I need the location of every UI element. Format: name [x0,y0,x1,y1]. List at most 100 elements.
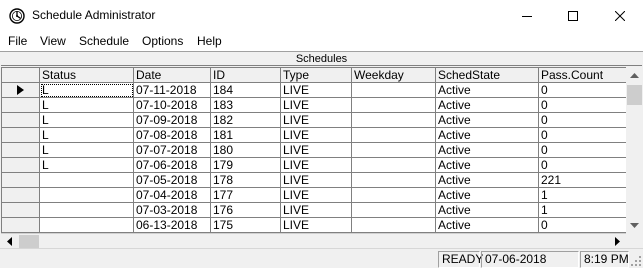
row-header[interactable] [1,157,40,173]
cell-weekday[interactable] [351,157,436,173]
cell-date[interactable]: 07-07-2018 [133,142,211,158]
cell-date[interactable]: 07-05-2018 [133,172,211,188]
cell-schedstate[interactable]: Active [435,172,539,188]
row-header[interactable] [1,202,40,218]
cell-pass-count[interactable]: 0 [538,112,628,128]
cell-date[interactable]: 07-03-2018 [133,202,211,218]
scroll-up-button[interactable] [626,67,643,84]
cell-pass-count[interactable]: 0 [538,157,628,173]
cell-schedstate[interactable]: Active [435,202,539,218]
cell-weekday[interactable] [351,97,436,113]
cell-id[interactable]: 180 [210,142,281,158]
table-row[interactable]: L 07-06-2018 179 LIVE Active 0 [1,157,628,173]
cell-id[interactable]: 177 [210,187,281,203]
cell-pass-count[interactable]: 1 [538,187,628,203]
table-row[interactable]: L 07-07-2018 180 LIVE Active 0 [1,142,628,158]
cell-schedstate[interactable]: Active [435,82,539,98]
schedules-grid[interactable]: Schedules Status Date ID Type Weekday Sc… [0,51,643,248]
column-header-date[interactable]: Date [133,67,211,83]
cell-status[interactable]: L [39,157,134,173]
cell-type[interactable]: LIVE [280,97,352,113]
cell-pass-count[interactable]: 221 [538,172,628,188]
row-header[interactable] [1,82,40,98]
cell-weekday[interactable] [351,112,436,128]
cell-weekday[interactable] [351,142,436,158]
cell-schedstate[interactable]: Active [435,187,539,203]
row-header[interactable] [1,217,40,233]
cell-id[interactable]: 182 [210,112,281,128]
cell-status[interactable]: L [39,82,134,98]
row-header[interactable] [1,112,40,128]
cell-type[interactable]: LIVE [280,142,352,158]
cell-type[interactable]: LIVE [280,127,352,143]
cell-date[interactable]: 07-09-2018 [133,112,211,128]
cell-date[interactable]: 07-10-2018 [133,97,211,113]
table-row[interactable]: L 07-08-2018 181 LIVE Active 0 [1,127,628,143]
cell-schedstate[interactable]: Active [435,97,539,113]
menu-file[interactable]: File [8,34,27,48]
cell-type[interactable]: LIVE [280,217,352,233]
cell-pass-count[interactable]: 0 [538,217,628,233]
row-header[interactable] [1,142,40,158]
scroll-down-button[interactable] [626,217,643,234]
cell-weekday[interactable] [351,202,436,218]
column-header-id[interactable]: ID [210,67,281,83]
cell-type[interactable]: LIVE [280,187,352,203]
cell-schedstate[interactable]: Active [435,157,539,173]
cell-status[interactable] [39,217,134,233]
close-button[interactable] [597,0,643,31]
cell-pass-count[interactable]: 0 [538,97,628,113]
cell-id[interactable]: 183 [210,97,281,113]
table-row[interactable]: 07-03-2018 176 LIVE Active 1 [1,202,628,218]
cell-date[interactable]: 07-04-2018 [133,187,211,203]
menu-schedule[interactable]: Schedule [79,34,129,48]
corner-header[interactable] [1,67,40,83]
maximize-button[interactable] [550,0,596,31]
cell-pass-count[interactable]: 1 [538,202,628,218]
cell-date[interactable]: 07-08-2018 [133,127,211,143]
column-header-schedstate[interactable]: SchedState [435,67,539,83]
schedules-table[interactable]: Status Date ID Type Weekday SchedState P… [1,67,628,233]
column-header-type[interactable]: Type [280,67,352,83]
cell-status[interactable] [39,187,134,203]
row-header[interactable] [1,97,40,113]
cell-date[interactable]: 07-11-2018 [133,82,211,98]
minimize-button[interactable] [504,0,550,31]
cell-schedstate[interactable]: Active [435,142,539,158]
cell-pass-count[interactable]: 0 [538,127,628,143]
cell-id[interactable]: 179 [210,157,281,173]
cell-date[interactable]: 06-13-2018 [133,217,211,233]
cell-status[interactable]: L [39,97,134,113]
cell-type[interactable]: LIVE [280,157,352,173]
title-bar[interactable]: Schedule Administrator [0,0,643,31]
row-header[interactable] [1,172,40,188]
cell-id[interactable]: 175 [210,217,281,233]
cell-weekday[interactable] [351,187,436,203]
table-row[interactable]: 07-05-2018 178 LIVE Active 221 [1,172,628,188]
cell-weekday[interactable] [351,82,436,98]
menu-view[interactable]: View [40,34,66,48]
cell-schedstate[interactable]: Active [435,217,539,233]
cell-pass-count[interactable]: 0 [538,82,628,98]
table-row[interactable]: 06-13-2018 175 LIVE Active 0 [1,217,628,233]
cell-date[interactable]: 07-06-2018 [133,157,211,173]
table-row[interactable]: L 07-10-2018 183 LIVE Active 0 [1,97,628,113]
menu-help[interactable]: Help [197,34,222,48]
cell-status[interactable]: L [39,127,134,143]
cell-weekday[interactable] [351,217,436,233]
table-row[interactable]: 07-04-2018 177 LIVE Active 1 [1,187,628,203]
horizontal-scrollbar[interactable] [1,233,626,248]
cell-status[interactable]: L [39,112,134,128]
horizontal-scroll-thumb[interactable] [19,235,39,248]
column-header-pass-count[interactable]: Pass.Count [538,67,628,83]
cell-status[interactable] [39,202,134,218]
cell-status[interactable]: L [39,142,134,158]
column-header-weekday[interactable]: Weekday [351,67,436,83]
cell-type[interactable]: LIVE [280,172,352,188]
table-row[interactable]: L 07-11-2018 184 LIVE Active 0 [1,82,628,98]
scroll-right-button[interactable] [609,234,626,248]
row-header[interactable] [1,127,40,143]
cell-schedstate[interactable]: Active [435,112,539,128]
vertical-scroll-thumb[interactable] [627,85,642,105]
cell-id[interactable]: 181 [210,127,281,143]
